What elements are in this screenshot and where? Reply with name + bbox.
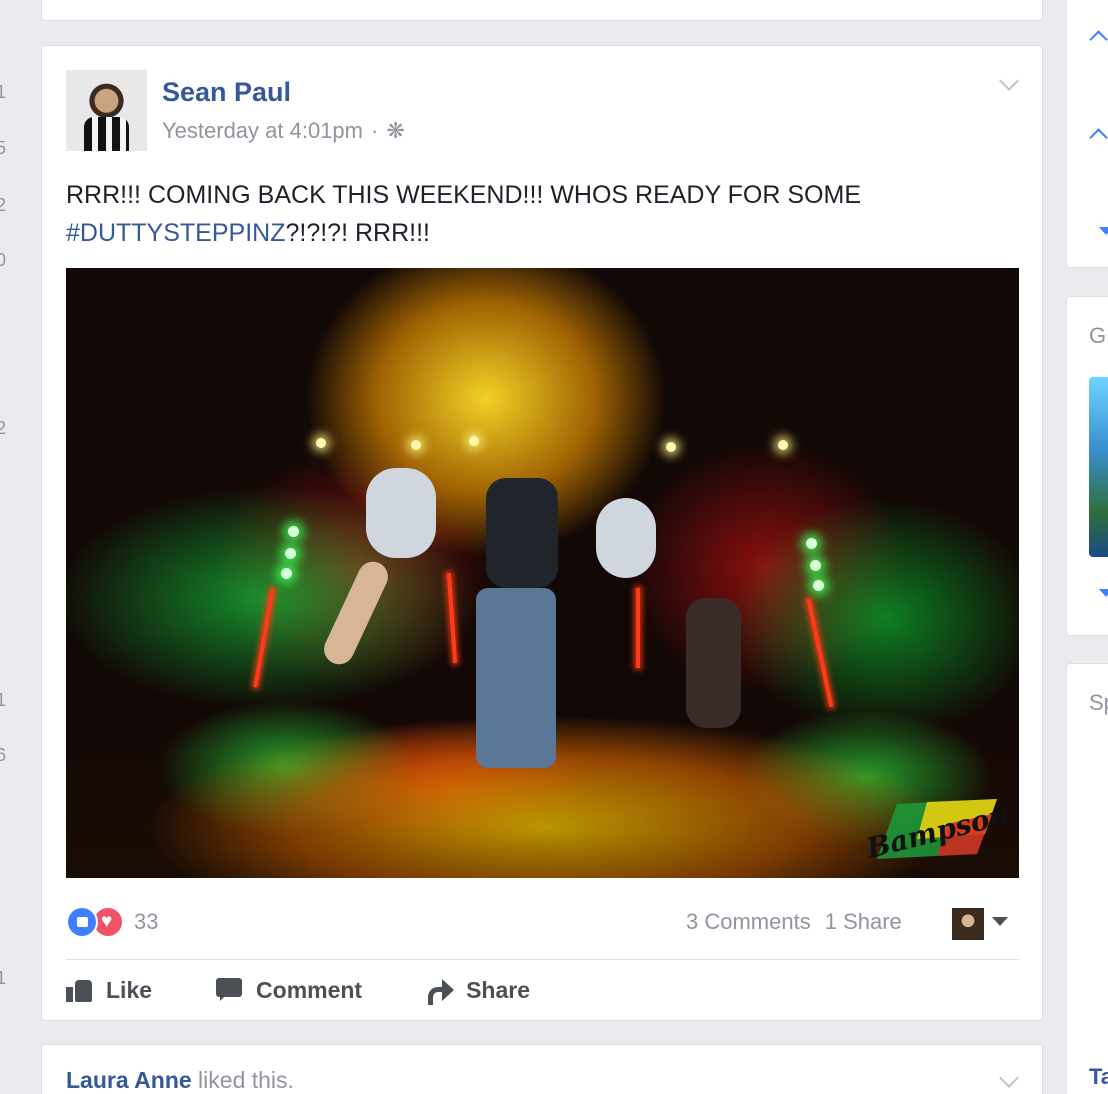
- right-card-2: G: [1066, 296, 1108, 636]
- author-name[interactable]: Sean Paul: [162, 77, 291, 108]
- post-timestamp[interactable]: Yesterday at 4:01pm: [162, 118, 363, 144]
- caret-down-icon[interactable]: [992, 917, 1008, 926]
- avatar-shirt: [84, 117, 129, 151]
- gutter-digit: 6: [0, 745, 7, 765]
- author-avatar[interactable]: [66, 70, 147, 151]
- shares-count-link[interactable]: 1 Share: [825, 909, 902, 935]
- previous-post-card: [41, 0, 1043, 21]
- left-gutter: 1 5 2 0 2 1 6 1: [0, 0, 10, 1094]
- share-label: Share: [466, 976, 531, 1003]
- bampson-watermark: Bampson: [862, 798, 1007, 864]
- gear-icon[interactable]: ❋: [386, 118, 404, 144]
- thumbs-up-icon: [66, 978, 94, 1002]
- comment-label: Comment: [256, 976, 363, 1003]
- right-card-3-link[interactable]: Ta: [1089, 1064, 1108, 1090]
- divider: [66, 959, 1019, 960]
- comments-count-link[interactable]: 3 Comments: [686, 909, 811, 935]
- next-story-header: Laura Anne liked this.: [66, 1067, 294, 1094]
- right-card-3-heading: Sp: [1089, 690, 1108, 715]
- right-card-2-heading: G: [1089, 323, 1107, 348]
- post-meta: Yesterday at 4:01pm · ❋: [162, 118, 405, 144]
- post-photo[interactable]: Bampson: [66, 268, 1019, 878]
- comment-icon: [216, 978, 244, 1002]
- post-text-tail: ?!?!?! RRR!!!: [285, 219, 430, 247]
- chevron-down-icon[interactable]: [999, 1068, 1019, 1088]
- gutter-digit: 5: [0, 138, 7, 158]
- post-text: RRR!!! COMING BACK THIS WEEKEND!!! WHOS …: [66, 176, 1006, 252]
- gutter-digit: 2: [0, 195, 7, 215]
- comment-share-counts: 3 Comments 1 Share: [686, 909, 902, 935]
- chevron-up-icon[interactable]: [1089, 128, 1108, 147]
- next-story-verb: liked this.: [191, 1067, 294, 1093]
- gutter-digit: 2: [0, 418, 7, 438]
- meta-separator: ·: [371, 118, 379, 143]
- post-actions: Like Comment Share: [66, 970, 594, 1010]
- chevron-up-icon[interactable]: [1089, 30, 1108, 49]
- previous-post-actions: [66, 0, 372, 1]
- comment-button[interactable]: Comment: [216, 970, 362, 1010]
- like-reaction-icon: [66, 906, 98, 938]
- next-story-card: Laura Anne liked this.: [41, 1044, 1043, 1094]
- share-arrow-icon: [426, 978, 455, 1005]
- engagement-bar: 33 3 Comments 1 Share: [66, 904, 1019, 940]
- gutter-digit: 1: [0, 82, 7, 102]
- right-card-3: Sp Ta: [1066, 663, 1108, 1094]
- next-story-actor[interactable]: Laura Anne: [66, 1067, 192, 1093]
- gutter-digit: 1: [0, 690, 7, 710]
- gutter-digit: 0: [0, 250, 7, 270]
- caret-down-icon[interactable]: [1099, 227, 1108, 235]
- post-card: Sean Paul Yesterday at 4:01pm · ❋ RRR!!!…: [41, 45, 1043, 1021]
- reaction-count[interactable]: 33: [134, 909, 158, 935]
- post-text-main: RRR!!! COMING BACK THIS WEEKEND!!! WHOS …: [66, 181, 861, 209]
- like-label: Like: [106, 976, 153, 1003]
- chevron-down-icon[interactable]: [999, 71, 1019, 91]
- caret-down-icon[interactable]: [1099, 589, 1108, 597]
- reactions-summary[interactable]: 33: [66, 906, 158, 938]
- share-button[interactable]: Share: [426, 970, 530, 1010]
- game-thumbnail[interactable]: [1089, 377, 1108, 557]
- hashtag-link[interactable]: #DUTTYSTEPPINZ: [66, 219, 285, 247]
- viewer-avatar[interactable]: [952, 908, 984, 940]
- right-card-1: [1066, 0, 1108, 268]
- gutter-digit: 1: [0, 968, 7, 988]
- like-button[interactable]: Like: [66, 970, 152, 1010]
